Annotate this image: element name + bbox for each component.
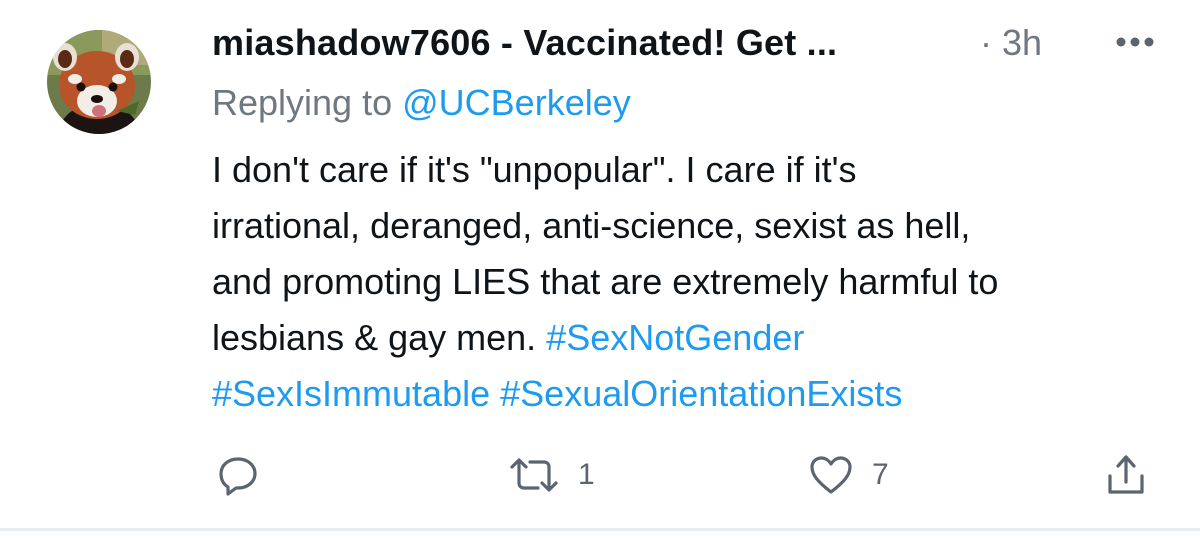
tweet-header: miashadow7606 - Vaccinated! Get ... · 3h bbox=[212, 18, 1172, 68]
tweet-text-line: I don't care if it's "unpopular". I care… bbox=[212, 149, 857, 190]
separator-dot: · bbox=[980, 22, 992, 63]
tweet-text-line: #SexIsImmutable #SexualOrientationExists bbox=[212, 366, 1172, 422]
tweet-text-segment: lesbians & gay men. bbox=[212, 317, 537, 358]
tweet[interactable]: miashadow7606 - Vaccinated! Get ... · 3h… bbox=[0, 0, 1200, 531]
share-button[interactable] bbox=[1104, 445, 1148, 505]
tweet-divider bbox=[0, 528, 1200, 531]
reply-icon bbox=[219, 457, 257, 496]
author-name[interactable]: miashadow7606 - Vaccinated! Get ... bbox=[212, 22, 837, 64]
tweet-actions: 1 7 bbox=[0, 445, 1200, 505]
replying-handle-link[interactable]: @UCBerkeley bbox=[402, 82, 631, 123]
hashtag-link[interactable]: #SexualOrientationExists bbox=[500, 373, 902, 414]
more-options-button[interactable] bbox=[1110, 18, 1160, 66]
retweet-button[interactable]: 1 bbox=[508, 445, 595, 505]
timestamp[interactable]: 3h bbox=[1002, 22, 1042, 64]
tweet-text-line: and promoting LIES that are extremely ha… bbox=[212, 261, 999, 302]
replying-to: Replying to @UCBerkeley bbox=[212, 82, 631, 124]
red-panda-avatar-image bbox=[47, 30, 151, 134]
heart-icon bbox=[810, 456, 852, 494]
tweet-text-line: irrational, deranged, anti-science, sexi… bbox=[212, 205, 971, 246]
reply-button[interactable] bbox=[216, 445, 260, 505]
retweet-icon bbox=[510, 458, 558, 492]
like-button[interactable]: 7 bbox=[808, 445, 889, 505]
tweet-text: I don't care if it's "unpopular". I care… bbox=[212, 142, 1172, 422]
avatar[interactable] bbox=[47, 15, 151, 149]
share-icon bbox=[1108, 455, 1144, 494]
retweet-count: 1 bbox=[578, 458, 595, 491]
like-count: 7 bbox=[872, 458, 889, 491]
replying-prefix: Replying to bbox=[212, 82, 393, 123]
hashtag-link[interactable]: #SexIsImmutable bbox=[212, 373, 490, 414]
tweet-text-line: lesbians & gay men. #SexNotGender bbox=[212, 310, 1172, 366]
more-horizontal-icon bbox=[1116, 37, 1154, 47]
hashtag-link[interactable]: #SexNotGender bbox=[546, 317, 804, 358]
